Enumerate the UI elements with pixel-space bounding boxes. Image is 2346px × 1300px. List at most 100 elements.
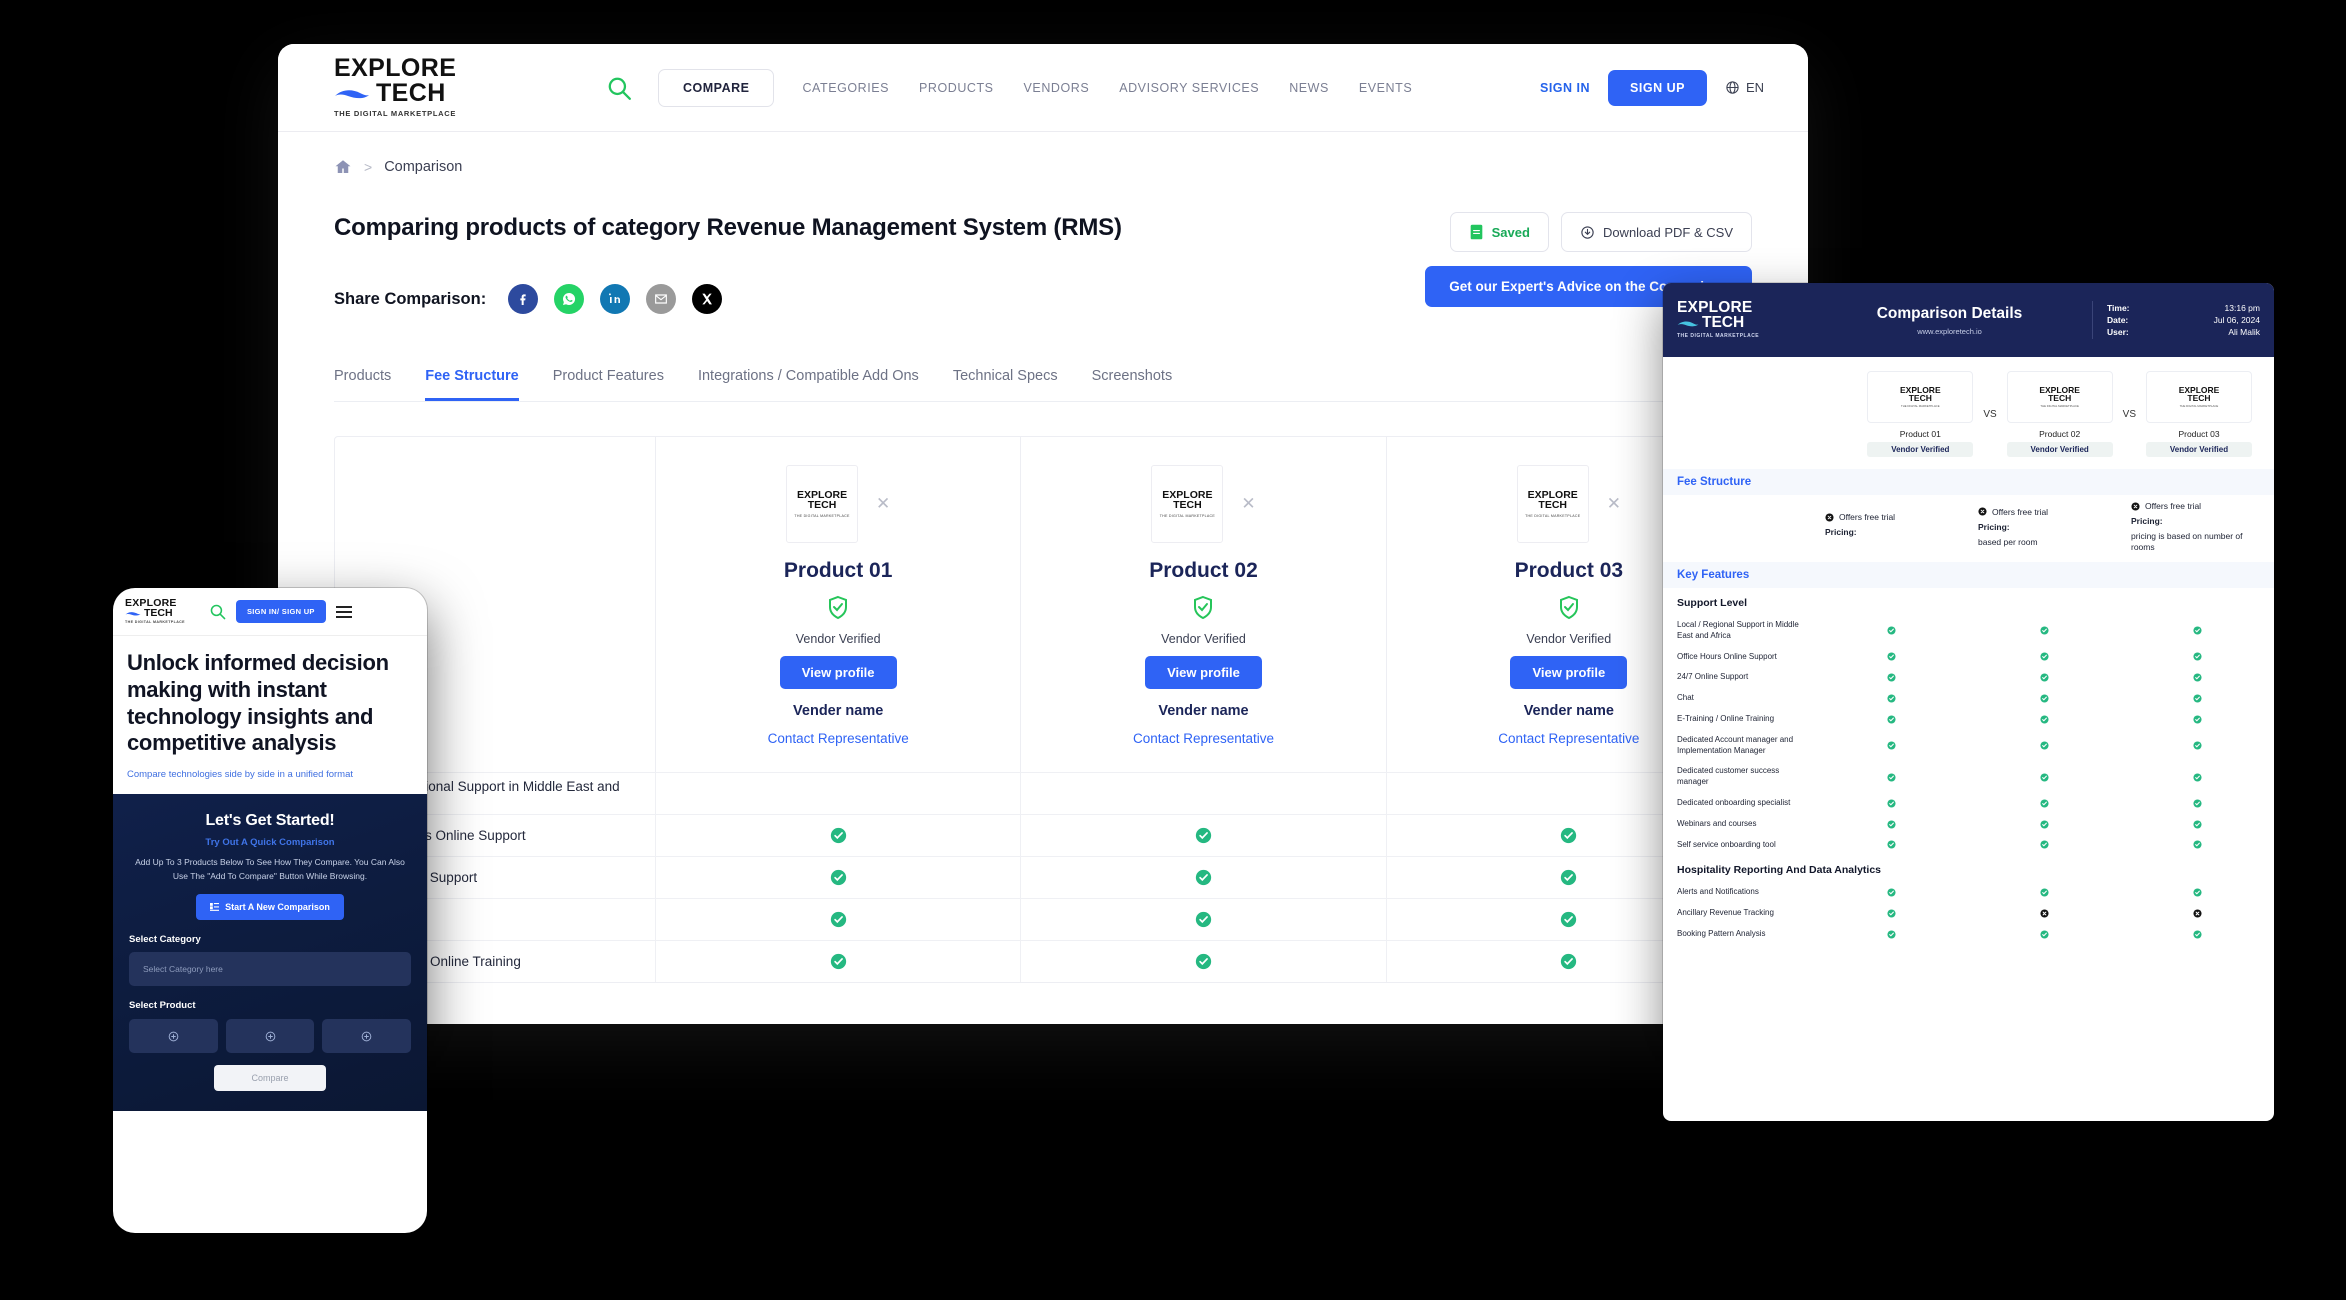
pdf-feature-cell	[1815, 882, 1968, 903]
tab-integrations[interactable]: Integrations / Compatible Add Ons	[698, 368, 919, 401]
x-twitter-icon[interactable]	[692, 284, 723, 314]
nav-link-advisory-services[interactable]: ADVISORY SERVICES	[1119, 81, 1259, 95]
pdf-product-logo-tagline: THE DIGITAL MARKETPLACE	[2179, 404, 2219, 409]
pdf-title-block: Comparison Details www.exploretech.io	[1807, 305, 2092, 336]
cross-circle-icon	[2131, 501, 2140, 511]
pdf-support-level-grid: Local / Regional Support in Middle East …	[1663, 615, 2274, 855]
check-circle-icon	[2040, 888, 2049, 897]
product-logo: EXPLORE TECH THE DIGITAL MARKETPLACE	[786, 465, 859, 543]
feature-cell	[1020, 856, 1386, 898]
remove-product-icon[interactable]: ✕	[876, 494, 890, 514]
pdf-feature-cell	[2121, 615, 2274, 647]
pdf-feature-cell	[1815, 647, 1968, 668]
pdf-fee-structure-grid: Offers free trial Pricing: Offers free t…	[1663, 495, 2274, 562]
whatsapp-icon[interactable]	[554, 284, 585, 314]
remove-product-icon[interactable]: ✕	[1607, 494, 1621, 514]
feature-cell	[655, 814, 1021, 856]
nav-link-products[interactable]: PRODUCTS	[919, 81, 994, 95]
check-circle-icon	[2193, 840, 2202, 849]
tab-screenshots[interactable]: Screenshots	[1092, 368, 1173, 401]
check-circle-icon	[2040, 820, 2049, 829]
tab-technical-specs[interactable]: Technical Specs	[953, 368, 1058, 401]
sign-up-button[interactable]: SIGN UP	[1608, 69, 1707, 106]
language-selector[interactable]: EN	[1725, 80, 1764, 95]
contact-representative-link[interactable]: Contact Representative	[674, 731, 1002, 746]
tab-product-features[interactable]: Product Features	[553, 368, 664, 401]
search-icon[interactable]	[209, 603, 226, 620]
remove-product-icon[interactable]: ✕	[1241, 494, 1255, 514]
check-circle-icon	[2193, 888, 2202, 897]
pdf-feature-cell	[1968, 924, 2121, 945]
select-product-label: Select Product	[129, 1000, 196, 1012]
pdf-feature-cell	[2121, 903, 2274, 924]
desktop-browser-window: EXPLORE TECH THE DIGITAL MARKETPLACE COM…	[278, 44, 1808, 1024]
email-icon[interactable]	[646, 284, 677, 314]
product-slot-3[interactable]	[322, 1019, 412, 1054]
product-logo: EXPLORE TECH THE DIGITAL MARKETPLACE	[1151, 465, 1224, 543]
compare-button[interactable]: Compare	[214, 1065, 326, 1092]
product-slot-2[interactable]	[225, 1019, 315, 1054]
home-icon[interactable]	[334, 158, 352, 176]
tab-products[interactable]: Products	[334, 368, 391, 401]
pdf-support-level-heading: Support Level	[1677, 596, 1748, 609]
product-logo-tagline: THE DIGITAL MARKETPLACE	[1525, 514, 1581, 519]
nav-link-news[interactable]: NEWS	[1289, 81, 1329, 95]
tab-fee-structure[interactable]: Fee Structure	[425, 368, 519, 401]
pdf-feature-cell	[1815, 793, 1968, 814]
cross-circle-icon	[2193, 909, 2202, 918]
view-profile-button[interactable]: View profile	[779, 656, 897, 689]
pdf-feature-label: Office Hours Online Support	[1677, 651, 1777, 661]
pdf-fee-structure-heading: Fee Structure	[1663, 469, 2274, 495]
check-circle-icon	[830, 911, 846, 928]
sign-in-link[interactable]: SIGN IN	[1540, 81, 1590, 95]
check-circle-icon	[1887, 694, 1896, 703]
breadcrumb-current: Comparison	[384, 159, 463, 175]
saved-button[interactable]: Saved	[1449, 212, 1549, 252]
nav-link-vendors[interactable]: VENDORS	[1024, 81, 1090, 95]
facebook-icon[interactable]	[508, 284, 539, 314]
pdf-title: Comparison Details	[1876, 304, 2023, 322]
pdf-feature-label: Local / Regional Support in Middle East …	[1677, 619, 1799, 640]
check-circle-icon	[1887, 673, 1896, 682]
pdf-product-3: EXPLORE TECH THE DIGITAL MARKETPLACE Pro…	[2146, 371, 2252, 457]
share-label: Share Comparison:	[334, 289, 487, 308]
view-profile-button[interactable]: View profile	[1510, 656, 1628, 689]
check-circle-icon	[1887, 930, 1896, 939]
pdf-feature-cell	[1968, 882, 2121, 903]
download-button[interactable]: Download PDF & CSV	[1560, 212, 1752, 252]
pdf-product-2: EXPLORE TECH THE DIGITAL MARKETPLACE Pro…	[2006, 371, 2113, 457]
select-category-input[interactable]: Select Category here	[129, 952, 411, 987]
mobile-logo[interactable]: EXPLORE TECH THE DIGITAL MARKETPLACE	[125, 597, 199, 624]
product-slots	[129, 1019, 412, 1054]
pdf-product-name: Product 03	[2178, 429, 2220, 439]
pdf-feature-cell	[2121, 709, 2274, 730]
pdf-logo: EXPLORE TECH THE DIGITAL MARKETPLACE	[1677, 300, 1807, 339]
view-profile-button[interactable]: View profile	[1145, 656, 1262, 689]
contact-representative-link[interactable]: Contact Representative	[1039, 731, 1367, 746]
search-icon[interactable]	[602, 71, 636, 105]
start-new-comparison-button[interactable]: Start A New Comparison	[196, 894, 344, 921]
mobile-auth-button[interactable]: SIGN IN/ SIGN UP	[236, 600, 326, 623]
nav-link-categories[interactable]: CATEGORIES	[802, 81, 889, 95]
pdf-meta-value-user: Ali Malik	[2228, 327, 2260, 337]
select-category-label: Select Category	[129, 934, 201, 946]
feature-cell	[655, 940, 1021, 982]
site-logo[interactable]: EXPLORE TECH THE DIGITAL MARKETPLACE	[334, 56, 524, 118]
check-circle-icon	[2193, 799, 2202, 808]
linkedin-icon[interactable]	[600, 284, 631, 314]
pdf-feature-label: Self service onboarding tool	[1677, 839, 1776, 849]
pdf-feature-cell	[2121, 835, 2274, 856]
product-slot-1[interactable]	[129, 1019, 218, 1054]
pdf-feature-cell	[1815, 761, 1968, 793]
plus-circle-icon	[265, 1031, 275, 1042]
screenshot-canvas: EXPLORE TECH THE DIGITAL MARKETPLACE COM…	[0, 0, 2346, 1300]
pdf-feature-cell	[1968, 835, 2121, 856]
mobile-phone-mockup: EXPLORE TECH THE DIGITAL MARKETPLACE SIG…	[113, 588, 427, 1233]
check-circle-icon	[2193, 626, 2202, 635]
hamburger-icon[interactable]	[335, 605, 352, 618]
nav-link-events[interactable]: EVENTS	[1359, 81, 1412, 95]
product-logo-line2: TECH	[1538, 499, 1567, 512]
plus-circle-icon	[361, 1031, 372, 1042]
pdf-feature-cell	[2121, 688, 2274, 709]
nav-compare-button[interactable]: COMPARE	[658, 68, 775, 107]
